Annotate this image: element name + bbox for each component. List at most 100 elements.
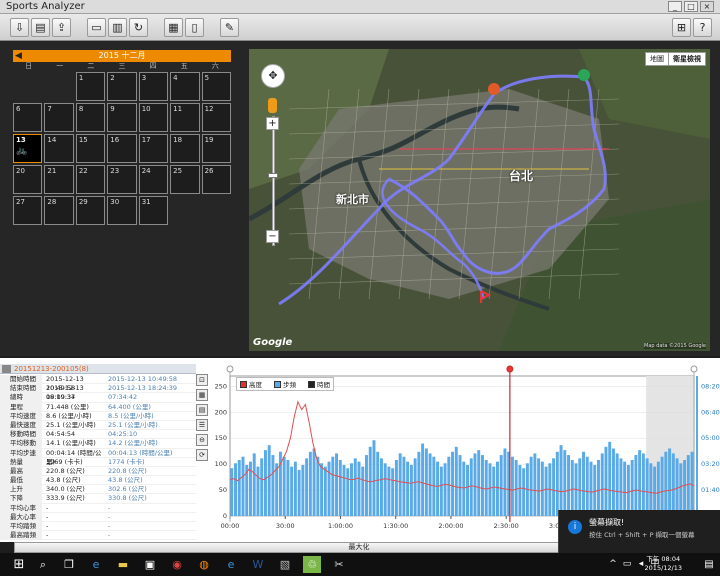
action-center-icon[interactable]: ▤ [700, 556, 718, 573]
calendar-day-26[interactable]: 26 [201, 165, 231, 194]
sports-analyzer-taskbar-icon[interactable]: ♲ [303, 556, 321, 573]
calendar-day-16[interactable]: 16 [107, 134, 137, 163]
y-left-tick: 150 [215, 434, 227, 442]
calendar-day-24[interactable]: 24 [138, 165, 169, 194]
calendar-day-12[interactable]: 12 [201, 103, 231, 132]
calendar-day-14[interactable]: 14 [44, 134, 74, 163]
help-icon[interactable]: ? [693, 18, 712, 37]
zoom-out-icon[interactable]: ⊖ [196, 434, 208, 446]
refresh-icon[interactable]: ⟳ [196, 449, 208, 461]
ride-title[interactable]: 20151213-200105(8) [14, 364, 89, 374]
weekday-label: 日 [25, 62, 33, 70]
import-icon[interactable]: ⇩ [10, 18, 29, 37]
settings-icon[interactable]: ✎ [220, 18, 239, 37]
calendar-day-20[interactable]: 20 [13, 165, 43, 194]
stats-row: 熱量 1969 (卡卡) 1774 (卡卡) [0, 457, 196, 467]
file-explorer-icon[interactable]: ▬ [114, 556, 132, 573]
calendar-day-4[interactable]: 4 [170, 72, 200, 101]
table-icon[interactable]: ▤ [196, 404, 208, 416]
folder-icon[interactable]: ▭ [87, 18, 106, 37]
calendar-day-27[interactable]: 27 [13, 196, 43, 225]
cadence-bar [263, 450, 267, 516]
calendar-day-22[interactable]: 22 [75, 165, 106, 194]
legend-elevation[interactable]: 高度 [240, 379, 262, 389]
zoom-slider[interactable] [272, 116, 275, 246]
close-button[interactable]: × [700, 1, 714, 12]
zoom-in-button[interactable]: + [266, 117, 279, 130]
zoom-out-button[interactable]: − [266, 230, 279, 243]
calendar-day-7[interactable]: 7 [44, 103, 74, 132]
calendar-day-10[interactable]: 10 [138, 103, 169, 132]
legend-cadence[interactable]: 步頻 [274, 379, 296, 389]
stat-label: 平均心率 [0, 503, 42, 512]
calendar-day-11[interactable]: 11 [170, 103, 200, 132]
range-marker-handle[interactable] [506, 365, 514, 373]
zoom-thumb[interactable] [268, 173, 278, 178]
ie-icon[interactable]: e [222, 556, 240, 573]
layout-icon[interactable]: ⊞ [672, 18, 691, 37]
list-icon[interactable]: ☰ [196, 419, 208, 431]
clock[interactable]: 下午 08:04 2015/12/13 [645, 555, 682, 573]
map-view[interactable]: 地圖 衛星檢視 ✥ + − 新北市 台北 Google Map data ©20… [249, 49, 710, 351]
task-view-icon[interactable]: ❐ [60, 556, 78, 573]
export-icon[interactable]: ⇪ [52, 18, 71, 37]
start-icon[interactable]: ⊞ [10, 556, 28, 573]
range-marker-handle[interactable] [690, 365, 698, 373]
firefox-icon[interactable]: ◍ [195, 556, 213, 573]
tab-satellite[interactable]: 衛星檢視 [668, 53, 705, 65]
cadence-bar [604, 446, 608, 516]
calendar-day-9[interactable]: 9 [107, 103, 137, 132]
calendar-day-15[interactable]: 15 [75, 134, 106, 163]
snipping-icon[interactable]: ✂ [330, 556, 348, 573]
clock-time: 下午 08:04 [646, 555, 681, 563]
notification-toast[interactable]: i 螢幕擷取! 按住 Ctrl + Shift + P 擷取一個螢幕 [558, 510, 720, 553]
legend-time[interactable]: 時間 [308, 379, 330, 389]
stat-value: 00:04:13 (時間/公里) [108, 448, 173, 457]
app-icon[interactable]: ▧ [276, 556, 294, 573]
tab-map[interactable]: 地圖 [646, 53, 668, 65]
sync-icon[interactable]: ↻ [129, 18, 148, 37]
edge-icon[interactable]: e [87, 556, 105, 573]
minimize-button[interactable]: _ [668, 1, 682, 12]
calendar-day-31[interactable]: 31 [138, 196, 169, 225]
cadence-bar [275, 463, 279, 516]
calendar-day-29[interactable]: 29 [75, 196, 106, 225]
calendar-day-13[interactable]: 13 🚲 [13, 134, 43, 163]
pan-control-icon[interactable]: ✥ [261, 64, 285, 88]
device-icon[interactable]: ▯ [185, 18, 204, 37]
calendar-day-25[interactable]: 25 [170, 165, 200, 194]
calendar-day-8[interactable]: 8 [75, 103, 106, 132]
chrome-icon[interactable]: ◉ [168, 556, 186, 573]
previous-month-icon[interactable]: ◀ [15, 50, 22, 62]
range-marker-handle[interactable] [226, 365, 234, 373]
store-icon[interactable]: ▣ [141, 556, 159, 573]
search-icon[interactable]: ⌕ [34, 556, 52, 573]
calendar-day-19[interactable]: 19 [201, 134, 231, 163]
calendar-day-23[interactable]: 23 [107, 165, 137, 194]
calendar-day-6[interactable]: 6 [13, 103, 43, 132]
open-file-icon[interactable]: ▤ [31, 18, 50, 37]
maximize-window-button[interactable]: □ [684, 1, 698, 12]
calendar-day-18[interactable]: 18 [170, 134, 200, 163]
stats-row: 最低 43.8 (公尺) 43.8 (公尺) [0, 476, 196, 486]
map-icon[interactable]: ▦ [196, 389, 208, 401]
stat-value: 2015-12-13 19:09:34 [46, 384, 84, 402]
calendar-day-28[interactable]: 28 [44, 196, 74, 225]
cadence-bar [308, 451, 312, 516]
street-view-icon[interactable] [268, 98, 277, 113]
cadence-bar [679, 463, 683, 516]
save-icon[interactable]: ▥ [108, 18, 127, 37]
word-icon[interactable]: W [249, 556, 267, 573]
fit-icon[interactable]: ⊡ [196, 374, 208, 386]
calendar-day-17[interactable]: 17 [138, 134, 169, 163]
cadence-bar [402, 456, 406, 516]
calendar-day-30[interactable]: 30 [107, 196, 137, 225]
chart-view-icon[interactable]: ▦ [164, 18, 183, 37]
calendar-day-2[interactable]: 2 [107, 72, 137, 101]
calendar-day-3[interactable]: 3 [138, 72, 169, 101]
calendar-day-5[interactable]: 5 [201, 72, 231, 101]
cadence-bar [634, 455, 638, 516]
stat-label: 熱量 [0, 457, 42, 466]
calendar-day-21[interactable]: 21 [44, 165, 74, 194]
calendar-day-1[interactable]: 1 [75, 72, 106, 101]
